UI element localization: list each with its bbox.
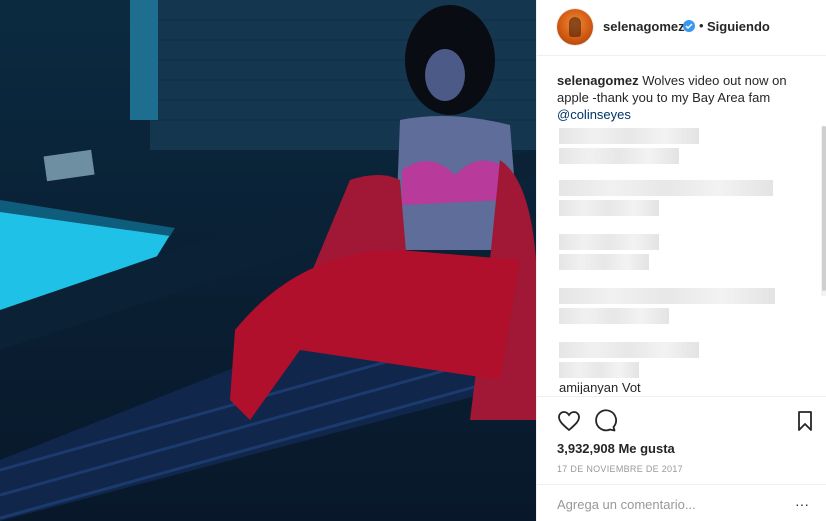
blurred-comment: [559, 254, 649, 270]
blurred-comment: [559, 288, 775, 304]
photo-scene: [0, 0, 536, 521]
caption-username[interactable]: selenagomez: [557, 73, 639, 88]
partial-comment: amijanyan Vot: [559, 380, 641, 394]
comment-input[interactable]: [557, 495, 777, 513]
separator-dot: •: [699, 18, 704, 33]
avatar[interactable]: [557, 9, 593, 45]
post-header: selenagomez • Siguiendo: [537, 0, 826, 56]
blurred-comment: [559, 362, 639, 378]
comment-icon[interactable]: [593, 409, 617, 433]
blurred-comment: [559, 342, 699, 358]
blurred-comment: [559, 308, 669, 324]
blurred-comment: [559, 234, 659, 250]
blurred-comment: [559, 200, 659, 216]
post-date[interactable]: 17 DE NOVIEMBRE DE 2017: [557, 464, 683, 474]
more-options-icon[interactable]: ···: [793, 495, 811, 513]
scrollbar[interactable]: [821, 126, 826, 296]
blurred-comment: [559, 148, 679, 164]
post-details-panel: selenagomez • Siguiendo selenagomez Wolv…: [536, 0, 826, 521]
blurred-comment: [559, 180, 773, 196]
verified-badge-icon: [683, 20, 695, 32]
action-bar: [537, 396, 826, 436]
post-photo[interactable]: [0, 0, 536, 521]
following-button[interactable]: Siguiendo: [707, 19, 770, 34]
likes-count[interactable]: 3,932,908 Me gusta: [557, 441, 675, 456]
username-link[interactable]: selenagomez: [603, 19, 685, 34]
blurred-comment: [559, 128, 699, 144]
heart-icon[interactable]: [557, 409, 581, 433]
scrollbar-thumb[interactable]: [822, 126, 826, 291]
comments-list[interactable]: selenagomez Wolves video out now on appl…: [537, 56, 826, 394]
avatar-silhouette: [569, 17, 581, 37]
bookmark-icon[interactable]: [793, 409, 817, 433]
caption-mention[interactable]: @colinseyes: [557, 107, 631, 122]
comment-box: ···: [537, 484, 826, 521]
post-caption: selenagomez Wolves video out now on appl…: [557, 72, 787, 123]
